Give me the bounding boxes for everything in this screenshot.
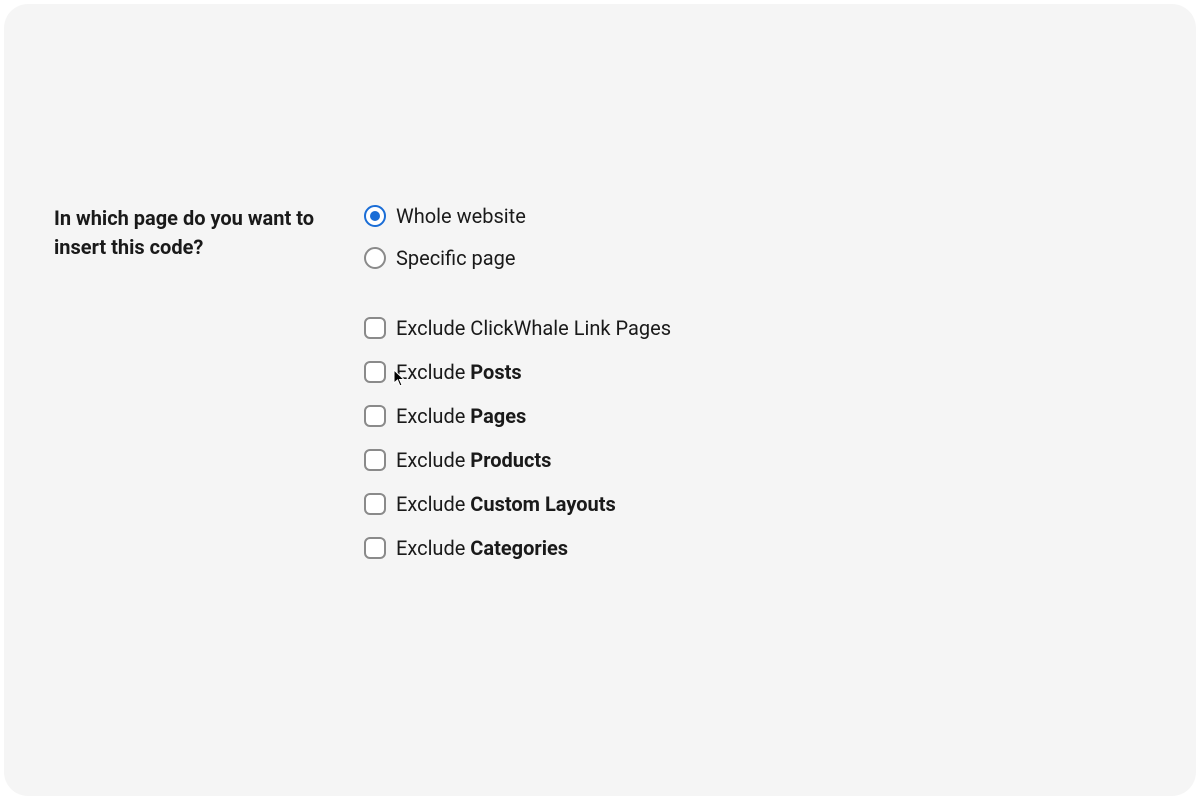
page-scope-radio-group: Whole website Specific page <box>364 204 1146 270</box>
checkbox-label: Exclude Custom Layouts <box>396 492 616 516</box>
radio-control-icon <box>364 247 386 269</box>
checkbox-control-icon <box>364 361 386 383</box>
checkbox-exclude-products[interactable]: Exclude Products <box>364 448 1146 472</box>
checkbox-label: Exclude Posts <box>396 360 522 384</box>
radio-specific-page[interactable]: Specific page <box>364 246 1146 270</box>
checkbox-label: Exclude Categories <box>396 536 568 560</box>
form-row: In which page do you want to insert this… <box>54 204 1146 560</box>
checkbox-control-icon <box>364 537 386 559</box>
checkbox-label: Exclude Pages <box>396 404 526 428</box>
checkbox-exclude-pages[interactable]: Exclude Pages <box>364 404 1146 428</box>
checkbox-label: Exclude Products <box>396 448 551 472</box>
checkbox-control-icon <box>364 317 386 339</box>
question-label: In which page do you want to insert this… <box>54 204 324 262</box>
settings-panel: In which page do you want to insert this… <box>4 4 1196 796</box>
radio-control-icon <box>364 205 386 227</box>
checkbox-exclude-clickwhale-link-pages[interactable]: Exclude ClickWhale Link Pages <box>364 316 1146 340</box>
checkbox-control-icon <box>364 493 386 515</box>
checkbox-exclude-custom-layouts[interactable]: Exclude Custom Layouts <box>364 492 1146 516</box>
checkbox-label: Exclude ClickWhale Link Pages <box>396 316 671 340</box>
options-column: Whole website Specific page Exclude Clic… <box>364 204 1146 560</box>
radio-whole-website[interactable]: Whole website <box>364 204 1146 228</box>
checkbox-exclude-posts[interactable]: Exclude Posts <box>364 360 1146 384</box>
radio-label: Whole website <box>396 204 526 228</box>
checkbox-control-icon <box>364 405 386 427</box>
exclude-checkbox-group: Exclude ClickWhale Link Pages Exclude Po… <box>364 316 1146 560</box>
radio-label: Specific page <box>396 246 516 270</box>
checkbox-control-icon <box>364 449 386 471</box>
checkbox-exclude-categories[interactable]: Exclude Categories <box>364 536 1146 560</box>
